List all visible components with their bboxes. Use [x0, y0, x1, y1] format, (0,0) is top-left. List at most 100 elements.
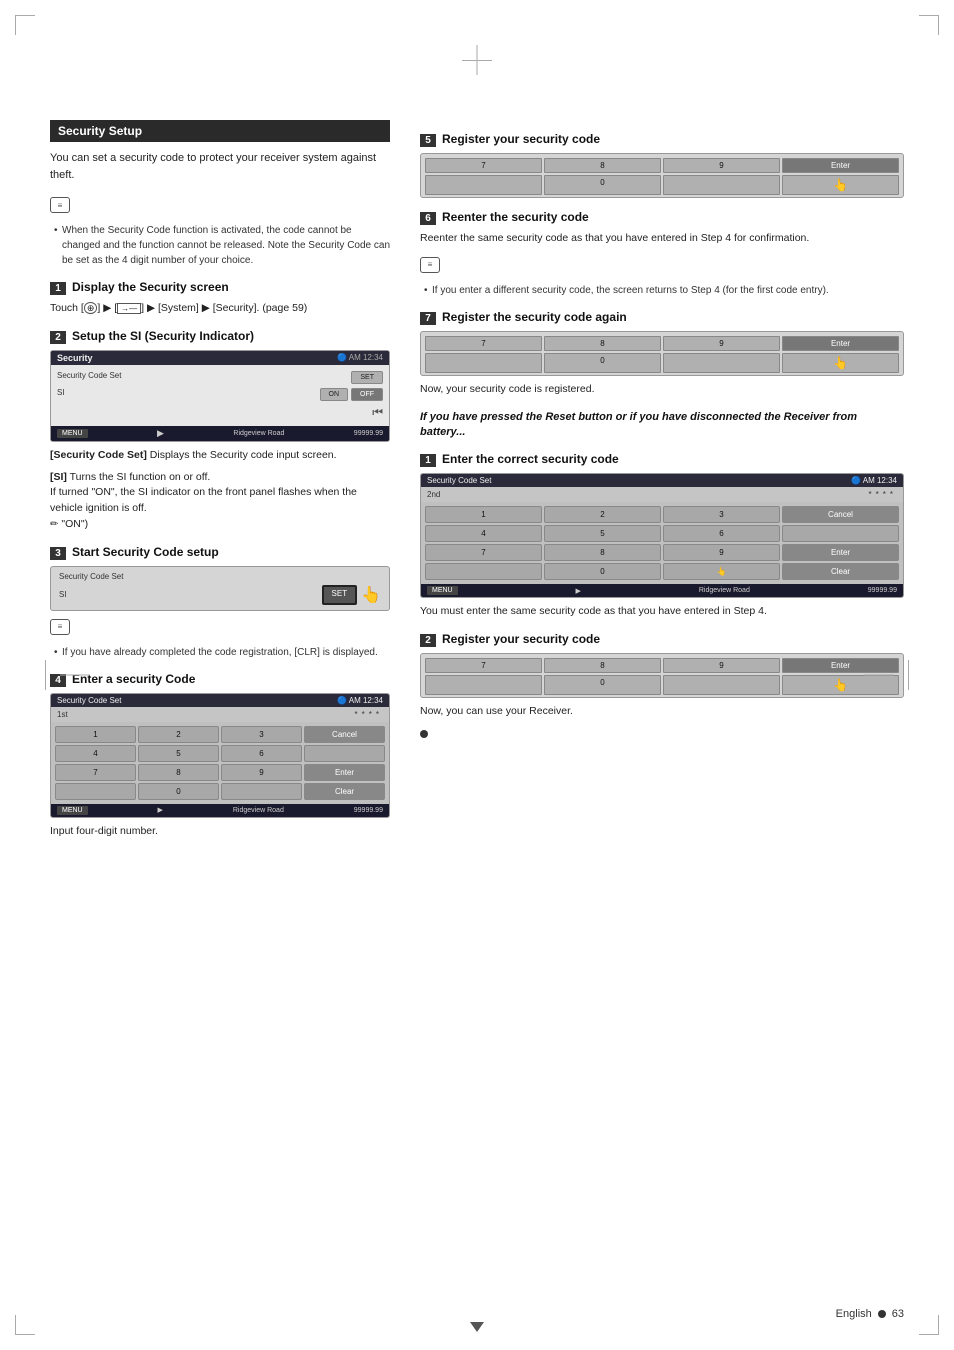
- reset-step1-keypad: Security Code Set 🔵 AM 12:34 2nd **** 1 …: [420, 473, 904, 598]
- crosshair-left-v: [45, 660, 46, 690]
- s5-key-8[interactable]: 8: [544, 158, 661, 173]
- rs2-key-7[interactable]: 7: [425, 658, 542, 673]
- s5-key-7[interactable]: 7: [425, 158, 542, 173]
- rs2-key-space2: [663, 675, 780, 695]
- step4-keypad-footer: MENU ▶ Ridgeview Road 99999.99: [51, 804, 389, 817]
- step5-screen: 7 8 9 Enter 0 👆: [420, 153, 904, 198]
- rkey-1[interactable]: 1: [425, 506, 542, 523]
- step7-header: 7 Register the security code again: [420, 310, 904, 325]
- s7-key-0[interactable]: 0: [544, 353, 661, 373]
- s7-key-7[interactable]: 7: [425, 336, 542, 351]
- s7-key-enter[interactable]: Enter: [782, 336, 899, 351]
- rkey-2[interactable]: 2: [544, 506, 661, 523]
- step4-tab: 1st: [57, 710, 68, 719]
- reset-step2-header: 2 Register your security code: [420, 632, 904, 647]
- step2-off-btn[interactable]: OFF: [351, 388, 383, 401]
- s7-key-8[interactable]: 8: [544, 336, 661, 351]
- step7-grid: 7 8 9 Enter 0 👆: [421, 332, 903, 375]
- s5-key-0[interactable]: 0: [544, 175, 661, 195]
- step2-desc1-val: Displays the Security code input screen.: [150, 449, 337, 461]
- note-icon-6: ≡: [420, 257, 440, 273]
- key-enter[interactable]: Enter: [304, 764, 385, 781]
- reset-step2-grid: 7 8 9 Enter 0 👆: [421, 654, 903, 697]
- reset-time: 🔵 AM 12:34: [851, 476, 897, 485]
- intro-text: You can set a security code to protect y…: [50, 150, 390, 183]
- key-5[interactable]: 5: [138, 745, 219, 762]
- step2-desc1: [Security Code Set] Displays the Securit…: [50, 448, 390, 464]
- step7-content: Now, your security code is registered.: [420, 382, 904, 398]
- rkey-6[interactable]: 6: [663, 525, 780, 542]
- key-6[interactable]: 6: [221, 745, 302, 762]
- rkey-5[interactable]: 5: [544, 525, 661, 542]
- reset-step2-title: Register your security code: [442, 632, 600, 646]
- rkey-9[interactable]: 9: [663, 544, 780, 561]
- rs2-key-0[interactable]: 0: [544, 675, 661, 695]
- s5-key-space: [425, 175, 542, 195]
- rs2-key-8[interactable]: 8: [544, 658, 661, 673]
- step2-set-btn[interactable]: SET: [351, 371, 383, 384]
- rs2-key-9[interactable]: 9: [663, 658, 780, 673]
- key-space1: [304, 745, 385, 762]
- key-4[interactable]: 4: [55, 745, 136, 762]
- note-icon-3: ≡: [50, 619, 70, 635]
- key-0[interactable]: 0: [138, 783, 219, 800]
- s5-key-enter[interactable]: Enter: [782, 158, 899, 173]
- step3-set-btn[interactable]: SET: [322, 585, 358, 605]
- step4-road: Ridgeview Road: [233, 807, 284, 814]
- key-9[interactable]: 9: [221, 764, 302, 781]
- step2-screen-body: Security Code Set SET SI ON OFF ⏮: [51, 365, 389, 426]
- rs2-key-enter[interactable]: Enter: [782, 658, 899, 673]
- s5-key-9[interactable]: 9: [663, 158, 780, 173]
- s7-key-9[interactable]: 9: [663, 336, 780, 351]
- s7-key-space2: [663, 353, 780, 373]
- step4-header: 4 Enter a security Code: [50, 672, 390, 687]
- reset-menu-btn[interactable]: MENU: [427, 586, 458, 595]
- step1-header: 1 Display the Security screen: [50, 280, 390, 295]
- rkey-cancel[interactable]: Cancel: [782, 506, 899, 523]
- rkey-3[interactable]: 3: [663, 506, 780, 523]
- step4-menu-btn[interactable]: MENU: [57, 806, 88, 815]
- step6-header: 6 Reenter the security code: [420, 210, 904, 225]
- corner-mark-tr: [919, 15, 939, 35]
- step6-content: Reenter the same security code as that y…: [420, 231, 904, 247]
- s7-key-space: [425, 353, 542, 373]
- step1-num: 1: [50, 282, 66, 295]
- step3-header: 3 Start Security Code setup: [50, 545, 390, 560]
- key-7[interactable]: 7: [55, 764, 136, 781]
- step3-title: Start Security Code setup: [72, 545, 219, 559]
- reset-keypad-grid: 1 2 3 Cancel 4 5 6 7 8 9 Enter 0 👆 Clear: [421, 502, 903, 584]
- section-header: Security Setup: [50, 120, 390, 142]
- step6-title: Reenter the security code: [442, 210, 589, 224]
- rkey-8[interactable]: 8: [544, 544, 661, 561]
- step1-content: Touch [⊕] ▶ [→—] ▶ [System] ▶ [Security]…: [50, 301, 390, 317]
- rkey-7[interactable]: 7: [425, 544, 542, 561]
- rkey-enter[interactable]: Enter: [782, 544, 899, 561]
- key-2[interactable]: 2: [138, 726, 219, 743]
- rkey-0[interactable]: 0: [544, 563, 661, 580]
- key-cancel[interactable]: Cancel: [304, 726, 385, 743]
- key-1[interactable]: 1: [55, 726, 136, 743]
- step2-header: 2 Setup the SI (Security Indicator): [50, 329, 390, 344]
- step2-on-btn[interactable]: ON: [320, 388, 349, 401]
- step6-num: 6: [420, 212, 436, 225]
- rkey-clear[interactable]: Clear: [782, 563, 899, 580]
- step2-menu-btn[interactable]: MENU: [57, 429, 88, 438]
- rkey-space3: 👆: [663, 563, 780, 580]
- rs2-touch: 👆: [782, 675, 899, 695]
- step1-title: Display the Security screen: [72, 280, 229, 294]
- note-block-3: If you have already completed the code r…: [50, 645, 390, 660]
- reset-step1-num: 1: [420, 454, 436, 467]
- page-language: English: [836, 1308, 872, 1320]
- key-8[interactable]: 8: [138, 764, 219, 781]
- key-3[interactable]: 3: [221, 726, 302, 743]
- step4-content: Input four-digit number.: [50, 824, 390, 840]
- step2-desc2: [SI] Turns the SI function on or off. If…: [50, 470, 390, 533]
- corner-mark-br: [919, 1315, 939, 1335]
- reset-step1-content: You must enter the same security code as…: [420, 604, 904, 620]
- s7-touch: 👆: [782, 353, 899, 373]
- step5-header: 5 Register your security code: [420, 132, 904, 147]
- note-block-1: When the Security Code function is activ…: [50, 223, 390, 268]
- rkey-4[interactable]: 4: [425, 525, 542, 542]
- key-clear[interactable]: Clear: [304, 783, 385, 800]
- step3-num: 3: [50, 547, 66, 560]
